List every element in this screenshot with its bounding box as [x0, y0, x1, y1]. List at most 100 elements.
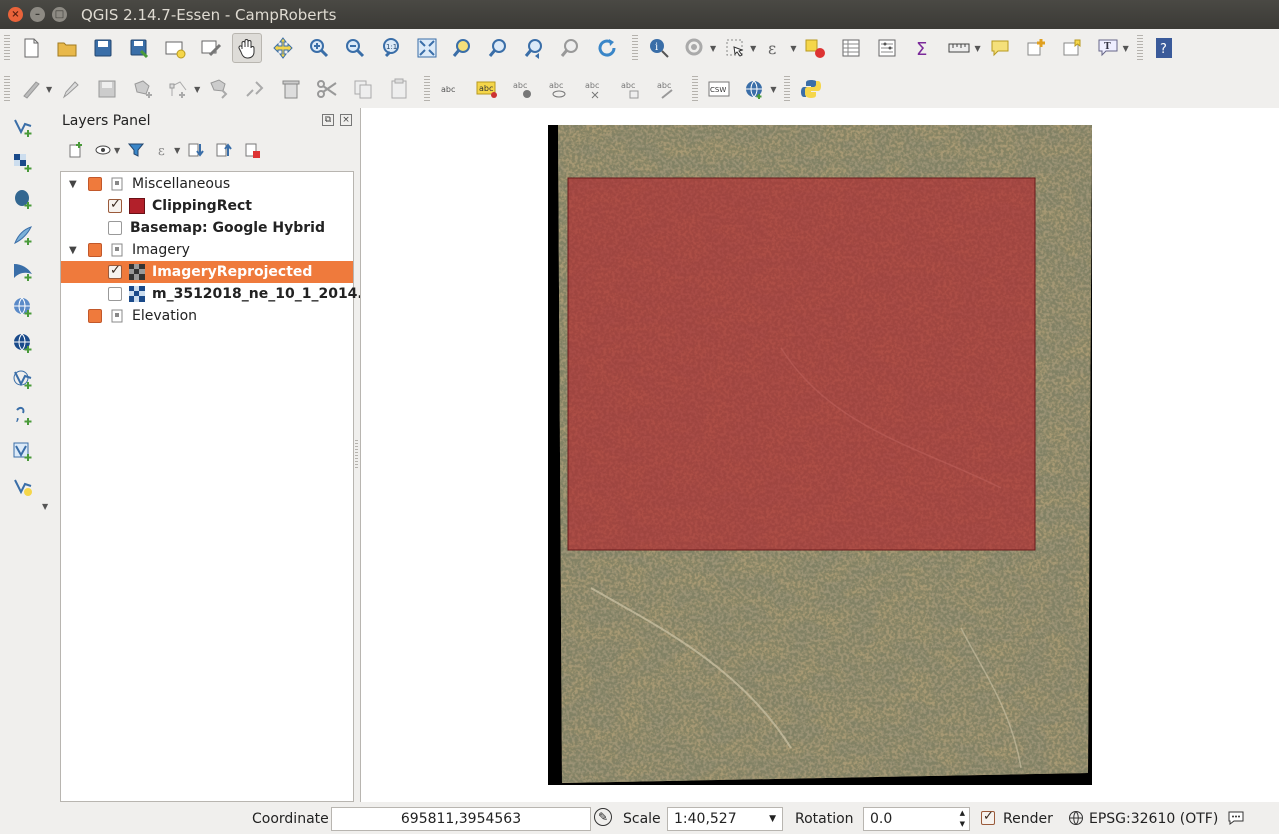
toolbar-handle[interactable] [424, 76, 431, 102]
select-icon[interactable] [720, 33, 750, 63]
add-virtual-layer-icon[interactable] [8, 436, 38, 466]
chevron-down-icon[interactable]: ▼ [194, 85, 200, 94]
add-postgis-layer-icon[interactable] [8, 184, 38, 214]
chevron-down-icon[interactable]: ▼ [114, 146, 120, 155]
layer-checkbox[interactable] [108, 221, 122, 235]
measure-icon[interactable] [944, 33, 974, 63]
layer-tree-group[interactable]: ▼ Imagery [61, 239, 353, 261]
chevron-down-icon[interactable]: ▼ [790, 44, 796, 53]
close-window-button[interactable]: × [8, 7, 23, 22]
label-properties-icon[interactable]: abc [652, 74, 682, 104]
add-group-icon[interactable] [64, 138, 88, 162]
paste-features-icon[interactable] [384, 74, 414, 104]
new-print-composer-icon[interactable] [160, 33, 190, 63]
rotation-spinbox[interactable]: 0.0 ▲ ▼ [863, 806, 970, 831]
pan-icon[interactable] [232, 33, 262, 63]
new-bookmark-icon[interactable] [1021, 33, 1051, 63]
toolbar-handle[interactable] [4, 35, 10, 61]
toggle-editing-icon[interactable] [56, 74, 86, 104]
group-checkbox[interactable] [88, 177, 102, 191]
add-feature-icon[interactable] [128, 74, 158, 104]
group-checkbox[interactable] [88, 243, 102, 257]
float-panel-icon[interactable]: ⧉ [322, 114, 334, 126]
chevron-down-icon[interactable]: ▼ [710, 44, 716, 53]
expand-all-icon[interactable] [184, 138, 208, 162]
run-action-icon[interactable] [680, 33, 710, 63]
add-vector-layer-icon[interactable] [8, 112, 38, 142]
layer-checkbox[interactable] [108, 263, 122, 279]
identify-icon[interactable]: i [644, 33, 674, 63]
add-wfs-layer-icon[interactable] [8, 364, 38, 394]
group-checkbox[interactable] [88, 309, 102, 323]
chevron-down-icon[interactable]: ▼ [974, 44, 980, 53]
csw-icon[interactable]: CSW [704, 74, 734, 104]
toolbar-handle[interactable] [4, 76, 10, 102]
refresh-icon[interactable] [592, 33, 622, 63]
zoom-to-selection-icon[interactable] [448, 33, 478, 63]
map-canvas[interactable] [360, 108, 1279, 802]
expand-arrow-icon[interactable]: ▼ [69, 179, 77, 190]
delete-selected-icon[interactable] [276, 74, 306, 104]
show-hide-labels-icon[interactable]: abc [508, 74, 538, 104]
chevron-down-icon[interactable]: ▼ [174, 146, 180, 155]
metasearch-icon[interactable] [740, 74, 770, 104]
python-console-icon[interactable] [796, 74, 826, 104]
open-project-icon[interactable] [52, 33, 82, 63]
collapse-all-icon[interactable] [212, 138, 236, 162]
filter-legend-icon[interactable] [124, 138, 148, 162]
toolbar-handle[interactable] [1136, 35, 1143, 61]
save-project-icon[interactable] [88, 33, 118, 63]
toolbar-handle[interactable] [632, 35, 638, 61]
show-bookmarks-icon[interactable] [1057, 33, 1087, 63]
layer-checkbox[interactable] [108, 287, 122, 301]
deselect-icon[interactable] [800, 33, 830, 63]
attribute-table-icon[interactable] [836, 33, 866, 63]
layer-tree-item[interactable]: Basemap: Google Hybrid [61, 217, 353, 239]
chevron-down-icon[interactable]: ▼ [770, 85, 776, 94]
chevron-down-icon[interactable]: ▼ [750, 44, 756, 53]
maximize-window-button[interactable]: □ [52, 7, 67, 22]
panel-splitter[interactable] [355, 440, 358, 470]
layer-tree-item[interactable]: m_3512018_ne_10_1_2014... [61, 283, 373, 305]
new-shapefile-layer-icon[interactable] [8, 472, 38, 502]
crs-status[interactable]: EPSG:32610 (OTF) [1089, 811, 1218, 827]
map-tips-icon[interactable] [985, 33, 1015, 63]
rotate-label-icon[interactable]: abc [580, 74, 610, 104]
save-edits-icon[interactable] [92, 74, 122, 104]
pan-to-selection-icon[interactable] [268, 33, 298, 63]
chevron-down-icon[interactable]: ▼ [769, 814, 776, 824]
add-wcs-layer-icon[interactable] [8, 328, 38, 358]
chevron-down-icon[interactable]: ▼ [46, 85, 52, 94]
add-spatialite-layer-icon[interactable] [8, 220, 38, 250]
node-tool-icon[interactable] [164, 74, 194, 104]
layer-tree-group[interactable]: Elevation [61, 305, 353, 327]
close-panel-icon[interactable]: × [340, 114, 352, 126]
manage-visibility-icon[interactable] [92, 138, 116, 162]
crs-globe-icon[interactable] [1068, 810, 1084, 830]
layer-checkbox[interactable] [108, 197, 122, 213]
layer-tree-item[interactable]: ClippingRect [61, 195, 353, 217]
spin-arrows-icon[interactable]: ▲ ▼ [960, 808, 965, 830]
expand-arrow-icon[interactable]: ▼ [69, 245, 77, 256]
vertex-edit-icon[interactable] [240, 74, 270, 104]
label-icon[interactable]: abc [436, 74, 466, 104]
add-wms-layer-icon[interactable] [8, 292, 38, 322]
layer-tree-group[interactable]: ▼ Miscellaneous [61, 173, 353, 195]
chevron-down-icon[interactable]: ▼ [1123, 44, 1129, 53]
new-project-icon[interactable] [16, 33, 46, 63]
toolbar-handle[interactable] [692, 76, 699, 102]
zoom-last-icon[interactable] [520, 33, 550, 63]
layer-tree-item-selected[interactable]: ImageryReprojected [61, 261, 353, 283]
statistics-icon[interactable]: Σ [908, 33, 938, 63]
minimize-window-button[interactable]: – [30, 7, 45, 22]
save-as-icon[interactable] [124, 33, 154, 63]
messages-icon[interactable] [1227, 810, 1245, 830]
layer-tree[interactable]: ▼ Miscellaneous ClippingRect Basemap: Go… [60, 171, 373, 802]
render-checkbox[interactable] [981, 809, 995, 825]
scale-combo[interactable]: 1:40,527 ▼ [667, 806, 783, 831]
toolbar-handle[interactable] [784, 76, 791, 102]
move-feature-icon[interactable] [204, 74, 234, 104]
pin-labels-icon[interactable]: abc [472, 74, 502, 104]
cut-features-icon[interactable] [312, 74, 342, 104]
coordinate-field[interactable]: 695811,3954563 [331, 806, 591, 831]
